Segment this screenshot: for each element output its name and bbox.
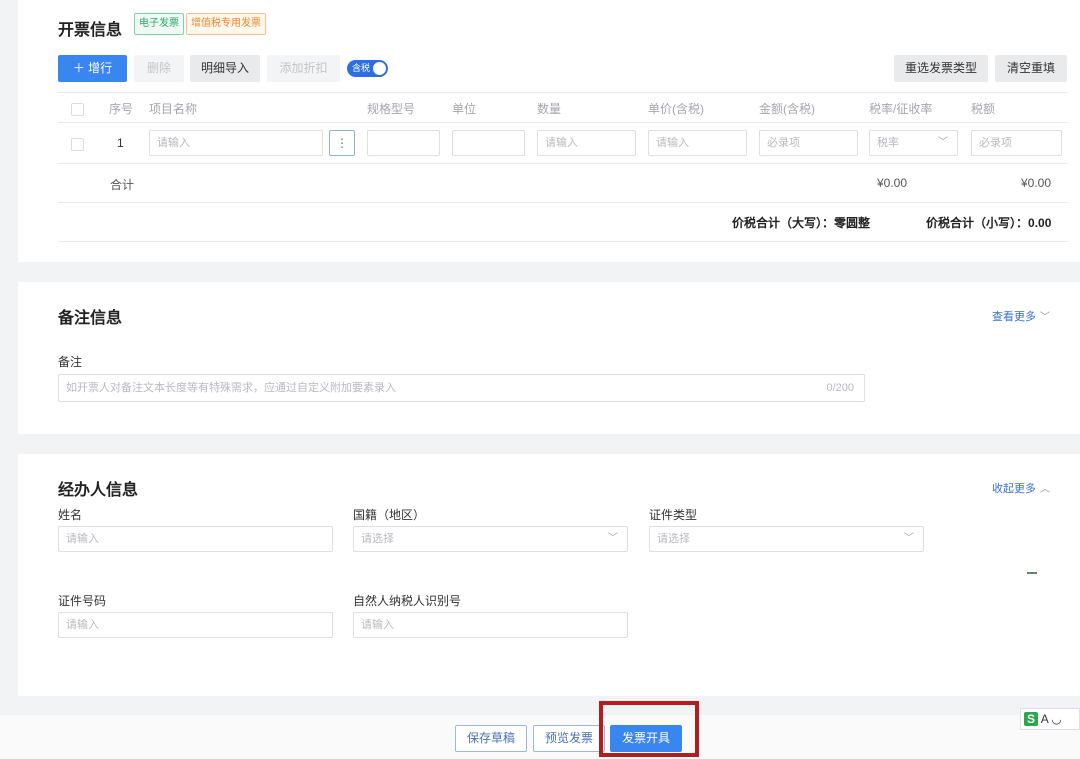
unit-price-input[interactable]: 请输入	[648, 130, 747, 156]
remark-char-counter: 0/200	[826, 382, 854, 394]
id-number-input[interactable]: 请输入	[58, 612, 333, 638]
reselect-invoice-type-button[interactable]: 重选发票类型	[894, 55, 988, 82]
name-label: 姓名	[58, 508, 83, 522]
column-header-tax: 税额	[971, 102, 996, 116]
quantity-input[interactable]: 请输入	[537, 130, 636, 156]
column-header-tax-rate: 税率/征收率	[869, 102, 933, 116]
ime-logo-icon: S	[1024, 712, 1039, 726]
id-type-select[interactable]: 请选择 ﹀	[649, 526, 924, 552]
row-index: 1	[117, 136, 124, 150]
spec-input[interactable]	[367, 130, 440, 156]
ime-mode-icon: A ◡	[1040, 712, 1062, 726]
tax-input[interactable]: 必录项	[971, 130, 1062, 156]
sum-uppercase: 价税合计（大写）：零圆整	[732, 216, 871, 230]
column-header-unit-price: 单价(含税)	[648, 102, 704, 116]
view-more-link[interactable]: 查看更多 ﹀	[992, 308, 1050, 324]
chevron-up-icon: ︿	[1040, 484, 1050, 495]
taxpayer-id-input[interactable]: 请输入	[353, 612, 628, 638]
amount-input[interactable]: 必录项	[759, 130, 858, 156]
remark-label: 备注	[58, 355, 83, 369]
agent-section-title: 经办人信息	[58, 482, 139, 499]
table-header-border	[58, 122, 1068, 123]
tax-rate-placeholder: 税率	[877, 137, 899, 149]
highlight-box	[599, 701, 699, 757]
remarks-panel: 备注信息 查看更多 ﹀ 备注 如开票人对备注文本长度等有特殊需求，应通过自定义附加…	[18, 282, 1080, 434]
item-more-icon[interactable]: ⋮	[329, 130, 355, 156]
nationality-label: 国籍（地区）	[353, 508, 426, 522]
chevron-down-icon: ﹀	[904, 533, 914, 544]
row-checkbox[interactable]	[71, 138, 84, 151]
toggle-label: 含税	[352, 63, 371, 73]
toggle-knob	[373, 62, 386, 75]
table-top-border	[58, 92, 1068, 93]
electronic-invoice-tag: 电子发票	[134, 13, 184, 35]
column-header-amount: 金额(含税)	[759, 102, 815, 116]
clear-refill-button[interactable]: 清空重填	[995, 55, 1067, 82]
id-number-label: 证件号码	[58, 594, 107, 608]
unit-input[interactable]	[452, 130, 525, 156]
column-header-quantity: 数量	[537, 102, 562, 116]
total-border	[58, 202, 1068, 203]
agent-panel: 经办人信息 收起更多 ︿ 姓名 请输入 国籍（地区） 请选择 ﹀ 证件类型 请选择…	[18, 454, 1080, 696]
row-border	[58, 163, 1068, 164]
item-name-input[interactable]: 请输入	[149, 130, 323, 156]
detail-import-button[interactable]: 明细导入	[190, 55, 260, 82]
ime-toolbar[interactable]: S A ◡	[1020, 708, 1080, 730]
column-header-spec: 规格型号	[367, 102, 416, 116]
column-header-item-name: 项目名称	[149, 102, 198, 116]
sum-border	[58, 241, 1068, 242]
vat-special-invoice-tag: 增值税专用发票	[186, 13, 266, 35]
chevron-down-icon: ﹀	[1040, 312, 1050, 323]
tax-inclusive-toggle[interactable]: 含税	[347, 60, 388, 77]
tax-rate-select[interactable]: 税率 ﹀	[869, 130, 958, 156]
nationality-select[interactable]: 请选择 ﹀	[353, 526, 628, 552]
add-row-button[interactable]: ＋ 增行	[58, 55, 127, 82]
total-label: 合计	[110, 178, 135, 192]
sum-lowercase: 价税合计（小写）：0.00	[926, 216, 1052, 230]
divider-mark	[1027, 572, 1037, 574]
name-input[interactable]: 请输入	[58, 526, 333, 552]
add-discount-button[interactable]: 添加折扣	[267, 55, 340, 82]
remark-textarea[interactable]: 如开票人对备注文本长度等有特殊需求，应通过自定义附加要素录入 0/200	[58, 374, 865, 402]
chevron-down-icon: ﹀	[938, 137, 948, 148]
delete-button[interactable]: 删除	[134, 55, 184, 82]
plus-icon: ＋	[72, 61, 89, 75]
taxpayer-id-label: 自然人纳税人识别号	[353, 594, 462, 608]
invoice-panel: 开票信息 电子发票 增值税专用发票 ＋ 增行 删除 明细导入 添加折扣 含税 重…	[18, 0, 1080, 262]
remarks-section-title: 备注信息	[58, 310, 123, 327]
id-type-label: 证件类型	[649, 508, 698, 522]
preview-invoice-button[interactable]: 预览发票	[533, 725, 605, 752]
collapse-more-link[interactable]: 收起更多 ︿	[992, 480, 1050, 496]
column-header-unit: 单位	[452, 102, 477, 116]
select-all-checkbox[interactable]	[71, 103, 84, 116]
total-tax: ¥0.00	[1021, 176, 1052, 190]
chevron-down-icon: ﹀	[608, 533, 618, 544]
invoice-section-title: 开票信息	[58, 22, 123, 39]
save-draft-button[interactable]: 保存草稿	[455, 725, 527, 752]
total-amount: ¥0.00	[877, 176, 908, 190]
column-header-index: 序号	[109, 102, 134, 116]
remark-placeholder: 如开票人对备注文本长度等有特殊需求，应通过自定义附加要素录入	[66, 382, 396, 394]
